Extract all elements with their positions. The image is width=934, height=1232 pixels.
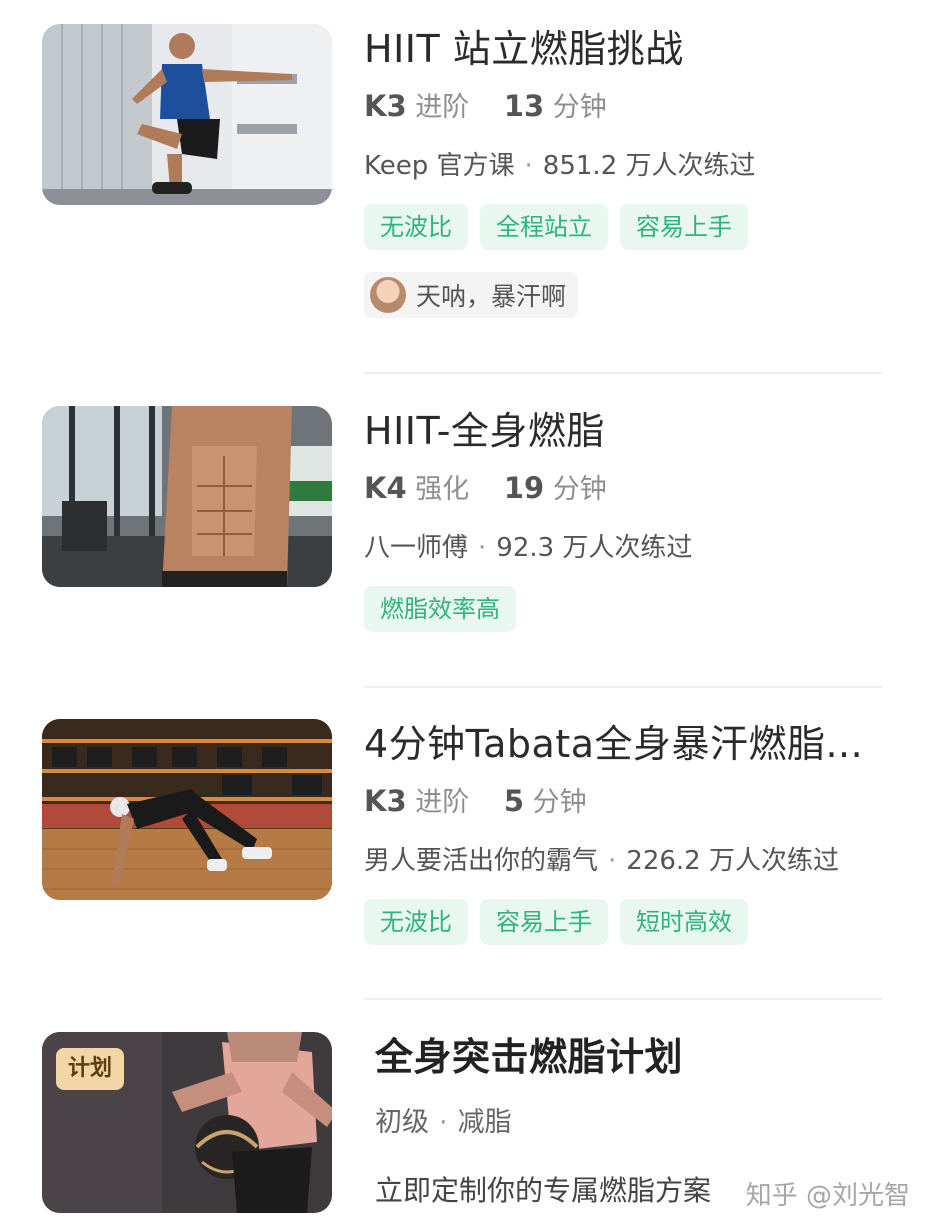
level-name: 进阶 xyxy=(415,787,470,818)
course-tag: 全程站立 xyxy=(480,204,608,250)
course-meta: K3 进阶 13 分钟 xyxy=(364,86,894,128)
course-tags: 无波比 容易上手 短时高效 xyxy=(364,899,894,945)
course-thumbnail[interactable] xyxy=(42,406,332,587)
level-name: 强化 xyxy=(415,474,470,505)
duration-unit: 分钟 xyxy=(552,474,607,505)
duration-minutes: 19 xyxy=(503,471,545,505)
course-tag: 容易上手 xyxy=(620,204,748,250)
tabata-workout-image xyxy=(42,719,332,900)
course-author: 男人要活出你的霸气 xyxy=(364,846,599,876)
course-meta: K4 强化 19 分钟 xyxy=(364,468,894,510)
course-tags: 无波比 全程站立 容易上手 xyxy=(364,204,894,250)
plan-subtitle: 初级 · 减脂 xyxy=(375,1107,512,1138)
course-plays: 851.2 万人次练过 xyxy=(542,151,756,181)
avatar xyxy=(370,277,406,313)
course-meta: K3 进阶 5 分钟 xyxy=(364,781,894,823)
level-code: K4 xyxy=(364,471,407,505)
course-author-line: 八一师傅 · 92.3 万人次练过 xyxy=(364,533,693,563)
plan-thumbnail[interactable]: 计划 xyxy=(42,1032,332,1213)
course-title[interactable]: HIIT-全身燃脂 xyxy=(364,406,894,456)
course-thumbnail[interactable] xyxy=(42,719,332,900)
level-code: K3 xyxy=(364,89,407,123)
course-list-page: HIIT 站立燃脂挑战 K3 进阶 13 分钟 Keep 官方课 · 851.2 万… xyxy=(0,0,934,1232)
divider xyxy=(364,372,882,374)
course-title[interactable]: HIIT 站立燃脂挑战 xyxy=(364,24,894,74)
divider xyxy=(364,998,882,1000)
course-author: Keep 官方课 xyxy=(364,151,515,181)
comment-text: 天呐，暴汗啊 xyxy=(416,282,567,311)
jump-workout-image xyxy=(42,24,332,205)
duration-minutes: 5 xyxy=(503,784,525,818)
course-tag: 短时高效 xyxy=(620,899,748,945)
course-author-line: 男人要活出你的霸气 · 226.2 万人次练过 xyxy=(364,846,839,876)
watermark: 知乎 @刘光智 xyxy=(745,1181,910,1211)
plan-badge: 计划 xyxy=(56,1048,125,1090)
course-author: 八一师傅 xyxy=(364,533,469,563)
course-tag: 无波比 xyxy=(364,204,468,250)
level-name: 进阶 xyxy=(415,92,470,123)
plan-goal: 减脂 xyxy=(457,1107,512,1138)
duration-unit: 分钟 xyxy=(532,787,587,818)
plan-title[interactable]: 全身突击燃脂计划 xyxy=(375,1032,894,1082)
course-tag: 容易上手 xyxy=(480,899,608,945)
course-tag: 无波比 xyxy=(364,899,468,945)
user-comment[interactable]: 天呐，暴汗啊 xyxy=(364,272,579,318)
course-author-line: Keep 官方课 · 851.2 万人次练过 xyxy=(364,151,756,181)
plan-level: 初级 xyxy=(375,1107,429,1138)
course-plays: 226.2 万人次练过 xyxy=(626,846,839,876)
level-code: K3 xyxy=(364,784,407,818)
duration-minutes: 13 xyxy=(503,89,545,123)
gym-torso-image xyxy=(42,406,332,587)
divider xyxy=(364,686,882,688)
course-tag: 燃脂效率高 xyxy=(364,586,516,632)
course-title[interactable]: 4分钟Tabata全身暴汗燃脂... xyxy=(364,719,894,769)
course-plays: 92.3 万人次练过 xyxy=(496,533,693,563)
course-tags: 燃脂效率高 xyxy=(364,586,894,632)
course-thumbnail[interactable] xyxy=(42,24,332,205)
duration-unit: 分钟 xyxy=(552,92,607,123)
